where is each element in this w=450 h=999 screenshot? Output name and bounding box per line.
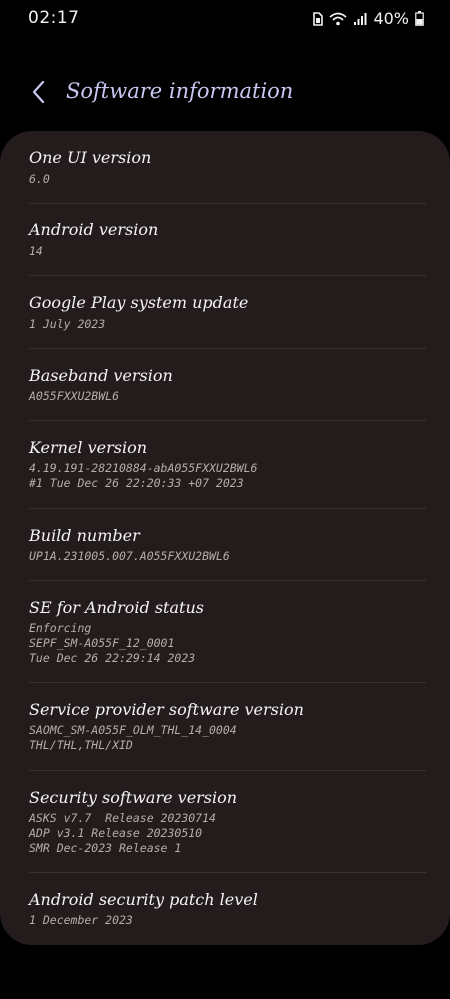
list-item-google-play-system-update[interactable]: Google Play system update 1 July 2023 bbox=[0, 293, 450, 347]
battery-icon bbox=[415, 11, 424, 26]
page-title: Software information bbox=[66, 79, 294, 103]
status-bar: 02:17 40% bbox=[0, 0, 450, 38]
list-item-kernel-version[interactable]: Kernel version 4.19.191-28210884-abA055F… bbox=[0, 438, 450, 508]
app-bar: Software information bbox=[0, 70, 450, 118]
divider bbox=[29, 580, 426, 581]
item-value-line: SMR Dec-2023 Release 1 bbox=[29, 841, 182, 855]
divider bbox=[29, 770, 426, 771]
item-label: Google Play system update bbox=[29, 293, 249, 312]
software-info-list: One UI version 6.0 Android version 14 Go… bbox=[0, 131, 450, 945]
item-value-line: #1 Tue Dec 26 22:20:33 +07 2023 bbox=[29, 476, 244, 490]
item-value: 1 July 2023 bbox=[29, 317, 106, 331]
battery-percent: 40% bbox=[373, 9, 409, 28]
item-value: A055FXXU2BWL6 bbox=[29, 389, 120, 403]
divider bbox=[29, 275, 426, 276]
item-value-line: Tue Dec 26 22:29:14 2023 bbox=[29, 651, 196, 665]
divider bbox=[29, 348, 426, 349]
item-label: Service provider software version bbox=[29, 700, 304, 719]
signal-icon bbox=[353, 12, 367, 26]
item-label: Security software version bbox=[29, 788, 238, 807]
list-item-service-provider-software-version[interactable]: Service provider software version SAOMC_… bbox=[0, 700, 450, 770]
divider bbox=[29, 203, 426, 204]
item-value: 14 bbox=[29, 244, 43, 258]
wifi-icon bbox=[329, 12, 348, 26]
list-item-android-version[interactable]: Android version 14 bbox=[0, 220, 450, 274]
sim-card-icon bbox=[312, 11, 324, 26]
divider bbox=[29, 420, 426, 421]
list-item-baseband-version[interactable]: Baseband version A055FXXU2BWL6 bbox=[0, 366, 450, 420]
item-label: SE for Android status bbox=[29, 598, 204, 617]
item-value-line: Enforcing bbox=[29, 621, 92, 635]
item-label: Android security patch level bbox=[29, 890, 258, 909]
item-value: 1 December 2023 bbox=[29, 913, 133, 927]
status-icons: 40% bbox=[312, 9, 424, 28]
item-value-line: SEPF_SM-A055F_12_0001 bbox=[29, 636, 175, 650]
item-value-line: 4.19.191-28210884-abA055FXXU2BWL6 bbox=[29, 461, 258, 475]
item-value-line: THL/THL,THL/XID bbox=[29, 738, 133, 752]
status-time: 02:17 bbox=[28, 8, 80, 28]
item-label: Build number bbox=[29, 526, 140, 545]
divider bbox=[29, 682, 426, 683]
item-value: 6.0 bbox=[29, 172, 50, 186]
item-value-line: ADP v3.1 Release 20230510 bbox=[29, 826, 203, 840]
item-label: Android version bbox=[29, 220, 159, 239]
item-label: Kernel version bbox=[29, 438, 148, 457]
back-button[interactable] bbox=[22, 78, 54, 110]
item-value-line: ASKS v7.7 Release 20230714 bbox=[29, 811, 216, 825]
item-label: One UI version bbox=[29, 148, 152, 167]
list-item-one-ui-version[interactable]: One UI version 6.0 bbox=[0, 148, 450, 202]
list-item-build-number[interactable]: Build number UP1A.231005.007.A055FXXU2BW… bbox=[0, 526, 450, 580]
list-item-se-for-android-status[interactable]: SE for Android status Enforcing SEPF_SM-… bbox=[0, 598, 450, 683]
item-value: UP1A.231005.007.A055FXXU2BWL6 bbox=[29, 549, 230, 563]
item-value-line: SAOMC_SM-A055F_OLM_THL_14_0004 bbox=[29, 723, 237, 737]
divider bbox=[29, 508, 426, 509]
chevron-left-icon bbox=[31, 80, 45, 108]
divider bbox=[29, 872, 426, 873]
list-item-android-security-patch-level[interactable]: Android security patch level 1 December … bbox=[0, 890, 450, 944]
item-label: Baseband version bbox=[29, 366, 173, 385]
list-item-security-software-version[interactable]: Security software version ASKS v7.7 Rele… bbox=[0, 788, 450, 873]
